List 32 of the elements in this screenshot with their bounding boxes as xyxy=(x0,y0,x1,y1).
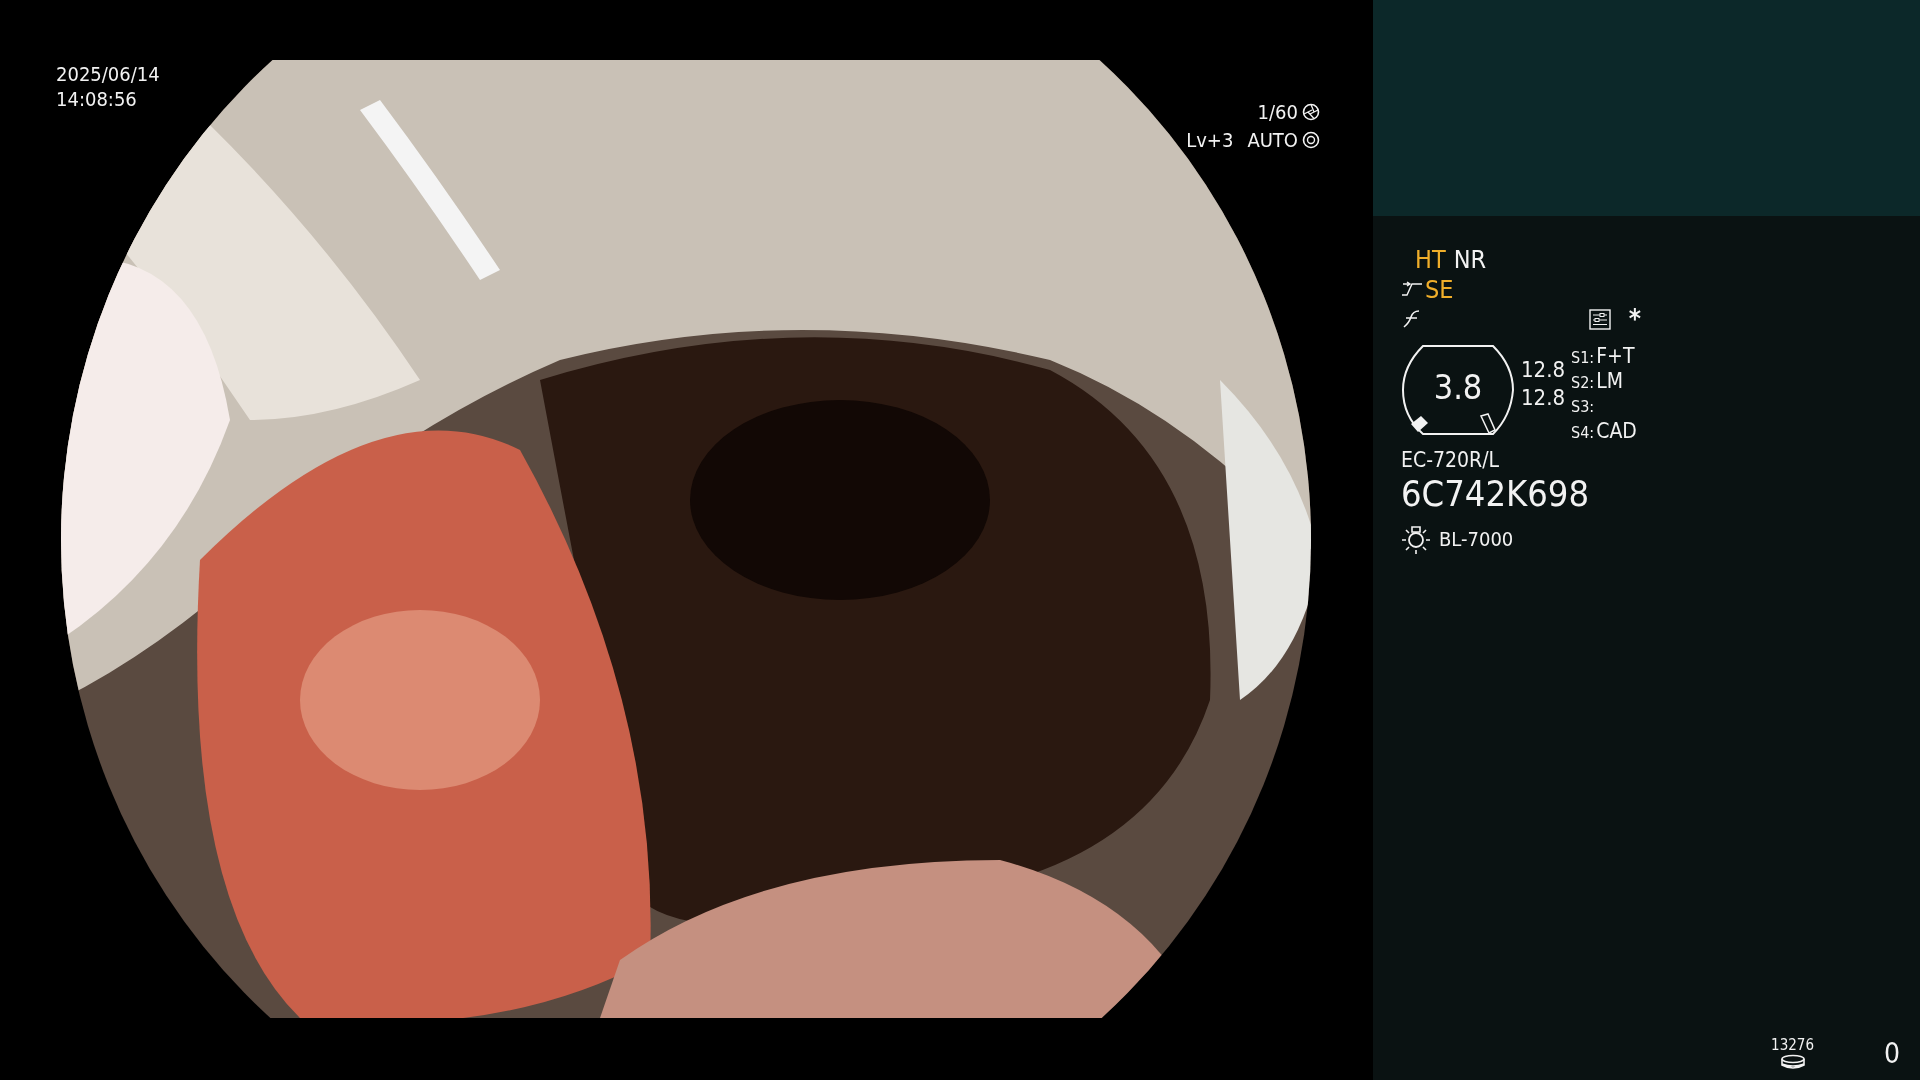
switch-function: F+T xyxy=(1596,344,1635,369)
shutter-icon xyxy=(1302,103,1320,121)
storage-count: 13276 xyxy=(1771,1036,1814,1054)
asterisk-mark: * xyxy=(1628,304,1641,334)
gauge-value: 3.8 xyxy=(1433,367,1483,407)
shutter-speed-text: 1/60 xyxy=(1257,99,1298,126)
iris-icon xyxy=(1302,131,1320,149)
time-text: 14:08:56 xyxy=(56,87,138,112)
curve-icon xyxy=(1401,281,1423,297)
switch-function: CAD xyxy=(1596,419,1637,444)
mode-label: NR xyxy=(1453,244,1487,274)
scope-model: EC-720R/L xyxy=(1401,448,1501,472)
switch-function: LM xyxy=(1596,369,1624,394)
iris-mode-text: AUTO xyxy=(1247,127,1298,154)
function-icon xyxy=(1401,309,1421,329)
switch-key: S4: xyxy=(1571,420,1595,445)
reading-value: 12.8 xyxy=(1521,356,1566,384)
counter-value: 0 xyxy=(1883,1037,1900,1070)
switch-key: S3: xyxy=(1571,394,1595,419)
mode-label: HT xyxy=(1415,244,1446,274)
switch-key: S2: xyxy=(1571,370,1595,395)
date-text: 2025/06/14 xyxy=(56,62,160,87)
reading-value: 12.8 xyxy=(1521,384,1566,412)
brightness-level-text: Lv+3 xyxy=(1186,127,1234,154)
light-source-text: BL-7000 xyxy=(1439,527,1514,551)
light-icon xyxy=(1401,524,1431,554)
scope-serial: 6C742K698 xyxy=(1401,472,1591,516)
switch-key: S1: xyxy=(1571,345,1595,370)
filled-marker-icon xyxy=(1411,416,1428,432)
enhancement-label: SE xyxy=(1425,274,1454,304)
storage-icon xyxy=(1779,1054,1806,1070)
settings-icon xyxy=(1588,308,1611,330)
